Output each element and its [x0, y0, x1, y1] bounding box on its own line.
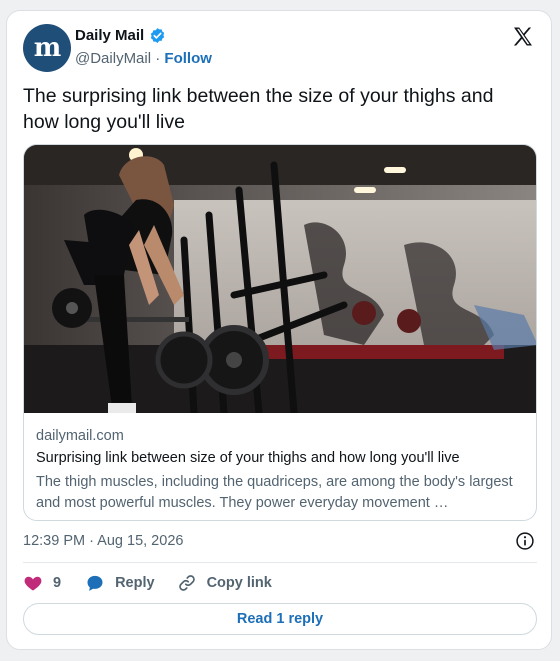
- tweet-date: Aug 15, 2026: [97, 533, 184, 549]
- timestamp-separator: ·: [85, 533, 98, 549]
- account-name[interactable]: Daily Mail: [75, 27, 144, 44]
- reply-bubble-icon: [87, 575, 103, 591]
- copy-link-label: Copy link: [206, 575, 272, 591]
- tweet-text: The surprising link between the size of …: [23, 85, 494, 133]
- avatar[interactable]: m: [23, 24, 71, 72]
- follow-link[interactable]: Follow: [164, 50, 212, 67]
- link-domain: dailymail.com: [36, 428, 124, 444]
- info-icon[interactable]: [515, 531, 535, 551]
- action-bar: 9 Reply Copy link: [23, 572, 272, 594]
- read-replies-button[interactable]: Read 1 reply: [23, 603, 537, 635]
- tweet-embed-card: m Daily Mail @DailyMail · Follow The sur…: [6, 10, 552, 650]
- tweet-time: 12:39 PM: [23, 533, 86, 549]
- account-handle-row: @DailyMail · Follow: [75, 50, 212, 67]
- heart-icon: [24, 576, 42, 591]
- reply-button[interactable]: Reply: [85, 573, 155, 593]
- link-headline: Surprising link between size of your thi…: [36, 450, 460, 466]
- tweet-timestamp[interactable]: 12:39 PM · Aug 15, 2026: [23, 533, 183, 549]
- account-name-row: Daily Mail: [75, 27, 166, 44]
- link-icon: [178, 575, 195, 591]
- x-logo-icon[interactable]: [511, 25, 535, 49]
- account-handle[interactable]: @DailyMail: [75, 50, 151, 67]
- article-image: [24, 145, 536, 413]
- reply-label: Reply: [115, 575, 155, 591]
- avatar-glyph: m: [33, 33, 61, 63]
- link-description: The thigh muscles, including the quadric…: [36, 474, 513, 511]
- handle-separator: ·: [151, 50, 165, 67]
- copy-link-button[interactable]: Copy link: [177, 573, 272, 593]
- like-count: 9: [53, 575, 62, 591]
- like-button[interactable]: 9: [23, 573, 61, 593]
- verified-badge-icon: [151, 28, 165, 43]
- link-preview-card[interactable]: dailymail.com Surprising link between si…: [23, 144, 537, 521]
- divider: [23, 562, 537, 563]
